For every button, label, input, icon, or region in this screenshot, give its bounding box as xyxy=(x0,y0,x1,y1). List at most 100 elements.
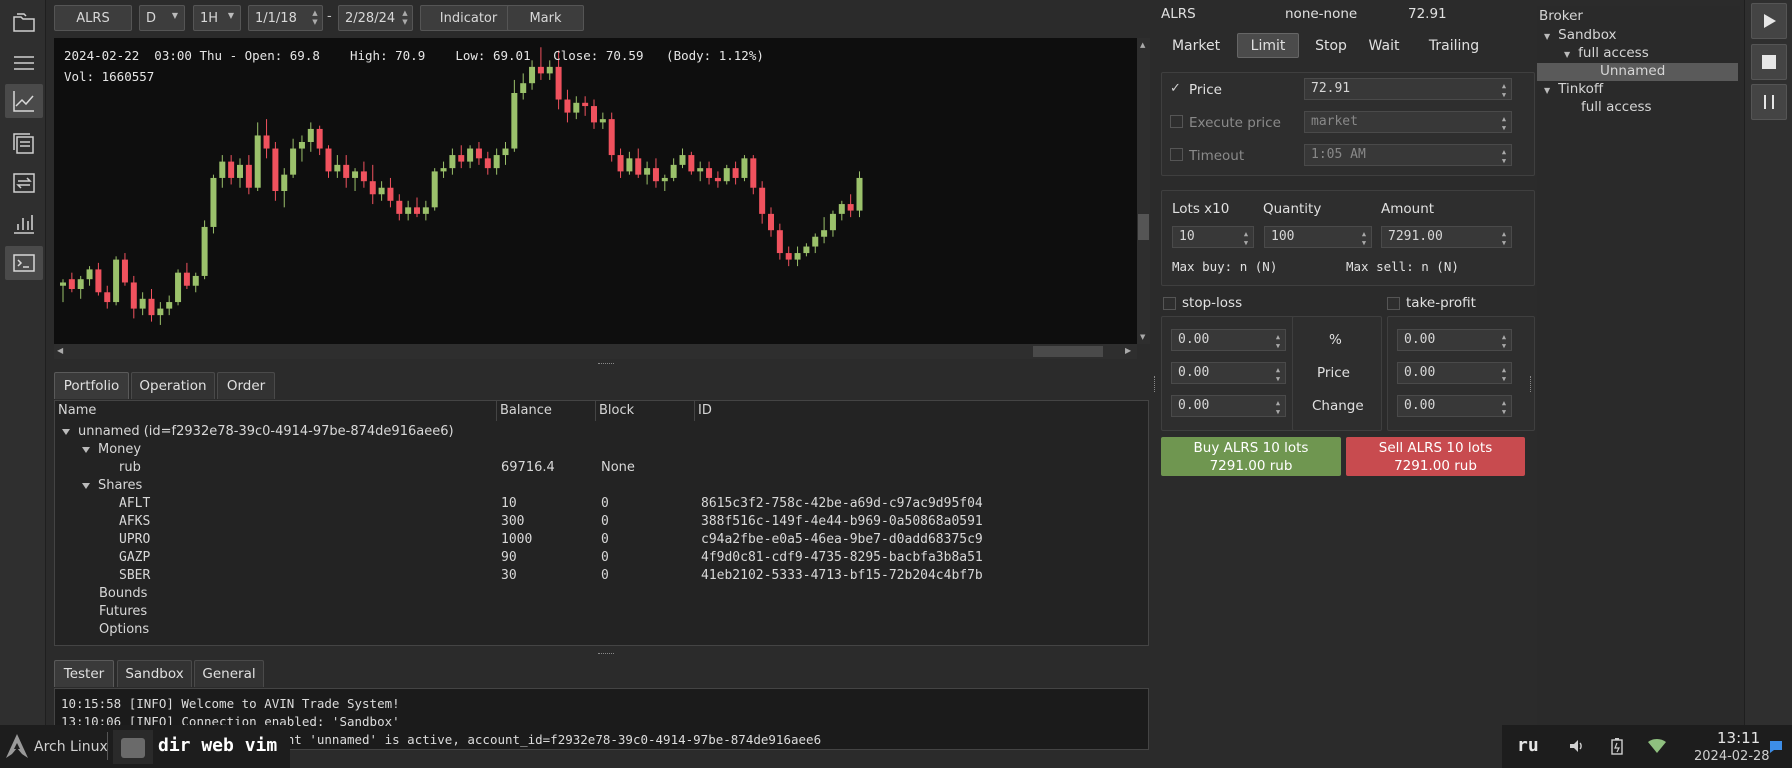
chart-vertical-scrollbar[interactable]: ▲ ▼ xyxy=(1137,38,1150,344)
share-name[interactable]: AFKS xyxy=(119,513,150,531)
execute-price-input[interactable]: market ▲ ▼ xyxy=(1304,111,1512,133)
scroll-down-icon[interactable]: ▼ xyxy=(1140,333,1145,341)
pause-icon[interactable] xyxy=(1751,84,1787,120)
stop-loss-percent-input[interactable]: 0.00 ▲ ▼ xyxy=(1171,329,1286,351)
stop-icon[interactable] xyxy=(1751,44,1787,80)
shares-row[interactable]: Shares xyxy=(82,477,142,495)
account-row[interactable]: unnamed (id=f2932e78-39c0-4914-97be-874d… xyxy=(62,423,454,441)
date-to-input[interactable]: 2/28/24 ▲ ▼ xyxy=(338,5,413,31)
ticker-button[interactable]: ALRS xyxy=(54,5,132,31)
execute-price-checkbox[interactable] xyxy=(1170,115,1183,128)
spin-arrows-icon[interactable]: ▲ ▼ xyxy=(1499,82,1509,100)
expand-arrow-icon[interactable]: ▼ xyxy=(1544,86,1550,95)
spin-arrows-icon[interactable]: ▲ ▼ xyxy=(310,9,320,27)
take-profit-price-input[interactable]: 0.00 ▲ ▼ xyxy=(1397,362,1512,384)
chart-icon[interactable] xyxy=(5,84,43,118)
take-profit-percent-input[interactable]: 0.00 ▲ ▼ xyxy=(1397,329,1512,351)
tab-portfolio[interactable]: Portfolio xyxy=(54,372,129,399)
chart-canvas[interactable] xyxy=(54,38,1137,344)
indicator-button[interactable]: Indicator xyxy=(420,5,517,31)
workspace-list[interactable]: dir web vim xyxy=(158,735,277,756)
tab-stop[interactable]: Stop xyxy=(1307,33,1355,58)
share-name[interactable]: UPRO xyxy=(119,531,150,549)
arch-logo-icon[interactable] xyxy=(4,733,30,763)
spin-arrows-icon[interactable]: ▲ ▼ xyxy=(1241,230,1251,248)
terminal-icon[interactable] xyxy=(5,246,43,280)
date-from-input[interactable]: 1/1/18 ▲ ▼ xyxy=(248,5,323,31)
stop-loss-change-input[interactable]: 0.00 ▲ ▼ xyxy=(1171,395,1286,417)
money-row[interactable]: Money xyxy=(82,441,141,459)
scroll-handle[interactable] xyxy=(1033,346,1103,357)
spin-arrows-icon[interactable]: ▲ ▼ xyxy=(1273,366,1283,384)
broker-account-selected[interactable]: Unnamed xyxy=(1537,63,1738,81)
tab-order[interactable]: Order xyxy=(217,372,275,399)
splitter-handle[interactable] xyxy=(598,653,614,655)
expand-arrow-icon[interactable] xyxy=(82,446,90,453)
spin-arrows-icon[interactable]: ▲ ▼ xyxy=(1273,399,1283,417)
battery-icon[interactable] xyxy=(1609,737,1625,759)
column-id[interactable]: ID xyxy=(695,401,1148,421)
broker-sandbox[interactable]: ▼ Sandbox xyxy=(1544,27,1617,43)
documents-icon[interactable] xyxy=(5,126,43,160)
spin-arrows-icon[interactable]: ▲ ▼ xyxy=(1499,333,1509,351)
timeout-input[interactable]: 1:05 AM ▲ ▼ xyxy=(1304,144,1512,166)
stop-loss-price-input[interactable]: 0.00 ▲ ▼ xyxy=(1171,362,1286,384)
tab-trailing[interactable]: Trailing xyxy=(1415,33,1493,58)
spin-arrows-icon[interactable]: ▲ ▼ xyxy=(1499,230,1509,248)
spin-arrows-icon[interactable]: ▲ ▼ xyxy=(400,9,410,27)
expand-arrow-icon[interactable]: ▼ xyxy=(1544,32,1550,41)
spin-arrows-icon[interactable]: ▲ ▼ xyxy=(1359,230,1369,248)
portfolio-tree[interactable]: Name Balance Block ID unnamed (id=f2932e… xyxy=(54,400,1149,646)
tab-operation[interactable]: Operation xyxy=(131,372,215,399)
quantity-input[interactable]: 100 ▲ ▼ xyxy=(1264,226,1372,248)
take-profit-change-input[interactable]: 0.00 ▲ ▼ xyxy=(1397,395,1512,417)
mark-button[interactable]: Mark xyxy=(507,5,584,31)
sell-button[interactable]: Sell ALRS 10 lots 7291.00 rub xyxy=(1346,437,1525,476)
candlestick-chart[interactable]: 2024-02-22 03:00 Thu - Open: 69.8 High: … xyxy=(54,38,1137,344)
scroll-up-icon[interactable]: ▲ xyxy=(1140,41,1145,49)
futures-row[interactable]: Futures xyxy=(99,603,147,621)
options-row[interactable]: Options xyxy=(99,621,149,639)
scroll-left-icon[interactable]: ◀ xyxy=(57,346,63,355)
tab-wait[interactable]: Wait xyxy=(1359,33,1409,58)
bounds-row[interactable]: Bounds xyxy=(99,585,147,603)
amount-input[interactable]: 7291.00 ▲ ▼ xyxy=(1381,226,1512,248)
folder-icon[interactable] xyxy=(5,6,43,40)
tab-limit[interactable]: Limit xyxy=(1237,33,1299,58)
expand-arrow-icon[interactable]: ▼ xyxy=(1564,50,1570,59)
play-icon[interactable] xyxy=(1751,3,1787,39)
splitter-handle[interactable] xyxy=(1530,376,1533,392)
notification-icon[interactable] xyxy=(1768,739,1784,759)
column-block[interactable]: Block xyxy=(596,401,695,421)
price-input[interactable]: 72.91 ▲ ▼ xyxy=(1304,78,1512,100)
clock-time[interactable]: 13:11 xyxy=(1717,729,1760,747)
lots-input[interactable]: 10 ▲ ▼ xyxy=(1172,226,1254,248)
tab-market[interactable]: Market xyxy=(1164,33,1228,58)
price-checkbox[interactable]: ✓ xyxy=(1170,81,1181,96)
bar-chart-icon[interactable] xyxy=(5,206,43,240)
tab-general[interactable]: General xyxy=(194,660,264,687)
broker-sandbox-access[interactable]: ▼ full access xyxy=(1564,45,1649,61)
buy-button[interactable]: Buy ALRS 10 lots 7291.00 rub xyxy=(1161,437,1341,476)
broker-tree[interactable]: Broker ▼ Sandbox ▼ full access Unnamed ▼ Ti… xyxy=(1537,6,1740,725)
share-name[interactable]: AFLT xyxy=(119,495,150,513)
wifi-icon[interactable] xyxy=(1647,737,1667,759)
table-row[interactable]: rub xyxy=(119,459,141,477)
scroll-right-icon[interactable]: ▶ xyxy=(1125,346,1131,355)
clock-date[interactable]: 2024-02-28 xyxy=(1694,749,1770,764)
tab-sandbox[interactable]: Sandbox xyxy=(117,660,192,687)
share-name[interactable]: GAZP xyxy=(119,549,150,567)
column-name[interactable]: Name xyxy=(55,401,497,421)
broker-tinkoff[interactable]: ▼ Tinkoff xyxy=(1544,81,1603,97)
tab-tester[interactable]: Tester xyxy=(54,660,114,687)
take-profit-checkbox[interactable] xyxy=(1387,297,1400,310)
exchange-icon[interactable] xyxy=(5,166,43,200)
chart-horizontal-scrollbar[interactable]: ◀ ▶ xyxy=(54,344,1137,359)
stop-loss-checkbox[interactable] xyxy=(1163,297,1176,310)
share-name[interactable]: SBER xyxy=(119,567,150,585)
splitter-handle[interactable] xyxy=(1154,376,1157,392)
splitter-handle[interactable] xyxy=(598,363,614,365)
spin-arrows-icon[interactable]: ▲ ▼ xyxy=(1499,115,1509,133)
volume-icon[interactable] xyxy=(1568,737,1586,759)
spin-arrows-icon[interactable]: ▲ ▼ xyxy=(1499,399,1509,417)
